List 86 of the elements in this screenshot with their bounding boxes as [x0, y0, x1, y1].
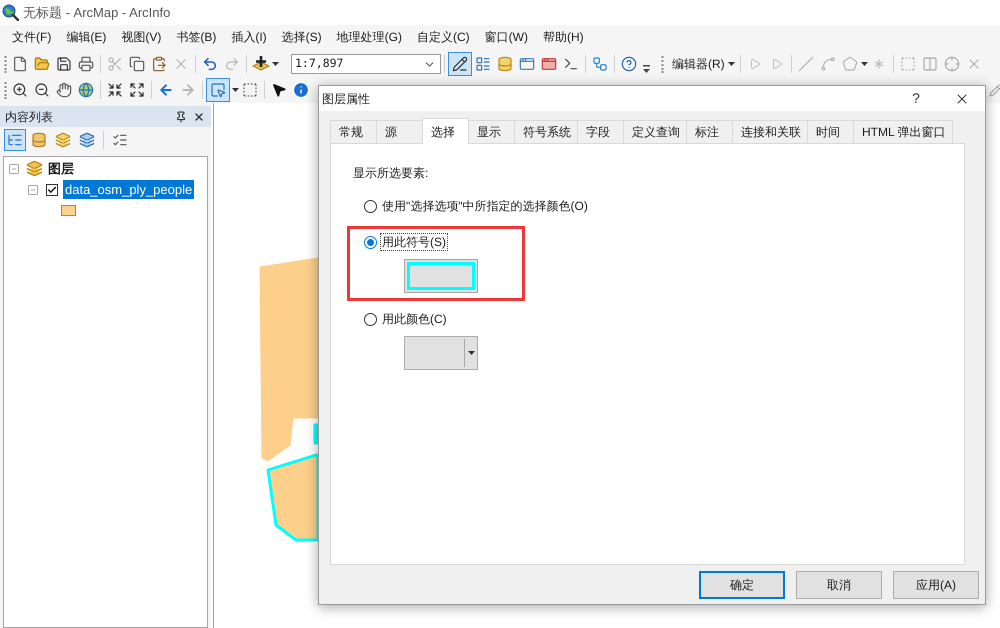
checklist-icon [112, 132, 128, 148]
database-icon[interactable] [497, 56, 513, 72]
clipboard-icon[interactable] [151, 56, 167, 72]
window-icon[interactable] [541, 56, 557, 72]
radio-button[interactable] [364, 312, 377, 326]
check-icon [47, 184, 57, 194]
layer-checkbox[interactable] [46, 184, 58, 196]
caret-icon[interactable] [728, 62, 735, 66]
save-icon[interactable] [56, 56, 72, 72]
menu-item[interactable]: 书签(B) [176, 27, 216, 47]
menu-item[interactable]: 视图(V) [121, 27, 162, 47]
arrows-outward-icon[interactable] [129, 82, 145, 98]
zoom-out-icon[interactable] [34, 82, 50, 98]
layers-icon [55, 132, 71, 148]
window-title: 无标题 - ArcMap - ArcInfo [23, 4, 170, 22]
symbol-patch-icon [407, 262, 475, 290]
dialog-title: 图层属性 [322, 90, 370, 108]
radio-button[interactable] [364, 200, 377, 212]
pointer-icon[interactable] [271, 82, 287, 98]
tab[interactable]: 选择 [422, 118, 469, 144]
window-icon[interactable] [519, 56, 535, 72]
pointer-square-icon [210, 82, 226, 98]
tree-list-icon [7, 132, 23, 148]
list-window-icon[interactable] [475, 56, 491, 72]
scale-combobox[interactable]: 1:7,897 [291, 54, 441, 74]
radio-button[interactable] [364, 236, 377, 248]
caret-icon[interactable] [468, 351, 475, 355]
menu-item[interactable]: 帮助(H) [542, 27, 584, 47]
menu-item[interactable]: 编辑(E) [66, 27, 106, 47]
help-icon[interactable] [621, 56, 637, 72]
layers-icon [26, 160, 43, 177]
pencil-icon[interactable] [989, 84, 1000, 96]
tab[interactable]: 常规 [330, 120, 377, 143]
collapse-icon[interactable] [27, 184, 39, 196]
color-dropdown[interactable] [404, 336, 478, 370]
menu-item[interactable]: 插入(I) [231, 27, 267, 47]
menu-item[interactable]: 自定义(C) [416, 27, 470, 47]
pin-icon[interactable] [175, 110, 187, 122]
dashed-square-icon[interactable] [242, 82, 258, 98]
globe-magnifier-icon [2, 4, 19, 21]
section-label: 显示所选要素: [353, 165, 430, 182]
tree-label[interactable]: 图层 [46, 159, 76, 178]
panel-title: 内容列表 [5, 108, 53, 126]
editor-toolbar-button[interactable] [448, 52, 472, 76]
grip-icon[interactable] [4, 56, 7, 72]
menu-item[interactable]: 文件(F) [12, 27, 52, 47]
menu-item[interactable]: 选择(S) [282, 27, 322, 47]
pencil-icon [452, 56, 468, 72]
dialog-button[interactable]: 取消 [796, 571, 882, 599]
copy-icon[interactable] [129, 56, 145, 72]
toc-view-button[interactable] [4, 129, 26, 151]
radio-label[interactable]: 使用"选择选项"中所指定的选择颜色(O) [380, 197, 590, 215]
blank-page-icon[interactable] [12, 56, 28, 72]
editor-menu[interactable]: 编辑器(R) [670, 55, 737, 73]
arrows-inward-icon[interactable] [107, 82, 123, 98]
collapse-icon[interactable] [8, 162, 20, 174]
swatch-icon [61, 205, 76, 216]
menu-item[interactable]: 窗口(W) [484, 27, 528, 47]
globe-icon[interactable] [78, 82, 94, 98]
plus-diamond-icon[interactable] [252, 55, 270, 73]
grip-icon[interactable] [4, 82, 7, 98]
database-icon [31, 132, 47, 148]
select-tool-button[interactable] [206, 78, 230, 102]
help-button[interactable]: ? [893, 86, 939, 111]
caret-icon[interactable] [860, 62, 868, 66]
radio-label[interactable]: 用此符号(S) [380, 233, 448, 251]
chevron-bar-icon[interactable] [643, 64, 650, 74]
zoom-in-icon[interactable] [12, 82, 28, 98]
layers-icon [79, 132, 95, 148]
menu-item[interactable]: 地理处理(G) [336, 27, 402, 47]
folder-icon[interactable] [34, 56, 50, 72]
printer-icon[interactable] [78, 56, 94, 72]
flowchart-icon[interactable] [592, 56, 608, 72]
dialog-button[interactable]: 应用(A) [893, 571, 979, 599]
undo-icon[interactable] [202, 56, 218, 72]
tab[interactable]: HTML 弹出窗口 [853, 120, 953, 143]
radio-label[interactable]: 用此颜色(C) [380, 310, 449, 328]
info-icon[interactable] [292, 81, 310, 99]
caret-icon[interactable] [272, 62, 279, 66]
hand-icon[interactable] [56, 82, 72, 98]
dialog-button[interactable]: 确定 [699, 571, 785, 599]
tree-label[interactable]: data_osm_ply_people [63, 180, 194, 199]
close-icon[interactable] [193, 110, 205, 122]
terminal-icon[interactable] [563, 56, 579, 72]
grip-icon[interactable] [661, 56, 664, 72]
caret-icon[interactable] [232, 88, 239, 92]
